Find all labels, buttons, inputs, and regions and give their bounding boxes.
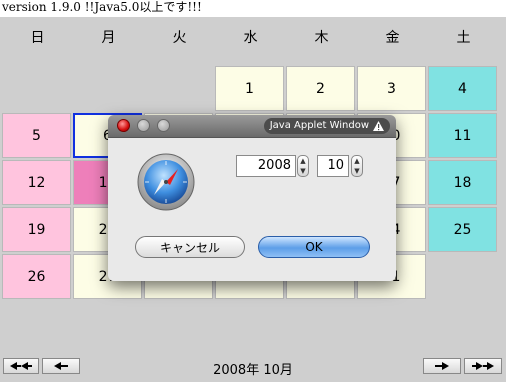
month-stepper[interactable]: ▲ ▼: [351, 155, 363, 177]
next-month-button[interactable]: [423, 358, 461, 374]
zoom-button[interactable]: [157, 119, 170, 132]
weekday-header-tue: 火: [172, 30, 187, 46]
day-cell-19[interactable]: 19: [2, 207, 71, 252]
weekday-header-mon: 月: [101, 30, 116, 46]
version-text: version 1.9.0 !!Java5.0以上です!!!: [2, 0, 202, 14]
close-button[interactable]: [117, 119, 130, 132]
day-cell-4[interactable]: 4: [428, 66, 497, 111]
day-cell-2[interactable]: 2: [286, 66, 355, 111]
ok-button[interactable]: OK: [258, 236, 370, 258]
cancel-button[interactable]: キャンセル: [135, 236, 245, 258]
day-cell-18[interactable]: 18: [428, 160, 497, 205]
weekday-header-fri: 金: [385, 30, 400, 46]
weekday-header-sun: 日: [30, 30, 45, 46]
date-picker-dialog: Java Applet Window 2008 ▲ ▼ 10 ▲ ▼ キャンセル O…: [108, 115, 396, 281]
minimize-button[interactable]: [137, 119, 150, 132]
day-cell-5[interactable]: 5: [2, 113, 71, 158]
day-cell-25[interactable]: 25: [428, 207, 497, 252]
year-field[interactable]: 2008: [236, 155, 296, 177]
next-year-button[interactable]: [464, 358, 502, 374]
day-cell-3[interactable]: 3: [357, 66, 426, 111]
day-cell-11[interactable]: 11: [428, 113, 497, 158]
year-stepper[interactable]: ▲ ▼: [297, 155, 309, 177]
weekday-header-thu: 木: [314, 30, 329, 46]
day-cell-1[interactable]: 1: [215, 66, 284, 111]
month-field[interactable]: 10: [317, 155, 349, 177]
dialog-titlebar[interactable]: Java Applet Window: [108, 115, 396, 138]
day-cell-12[interactable]: 12: [2, 160, 71, 205]
weekday-header-sat: 土: [456, 30, 471, 46]
dialog-title: Java Applet Window: [269, 120, 369, 131]
warning-icon: [373, 121, 384, 131]
weekday-header-wed: 水: [243, 30, 258, 46]
day-cell-26[interactable]: 26: [2, 254, 71, 299]
safari-compass-icon: [137, 153, 195, 211]
right-arrow-icon: [435, 362, 449, 370]
double-right-arrow-icon: [472, 362, 494, 370]
applet-warning-pill: Java Applet Window: [263, 118, 390, 134]
